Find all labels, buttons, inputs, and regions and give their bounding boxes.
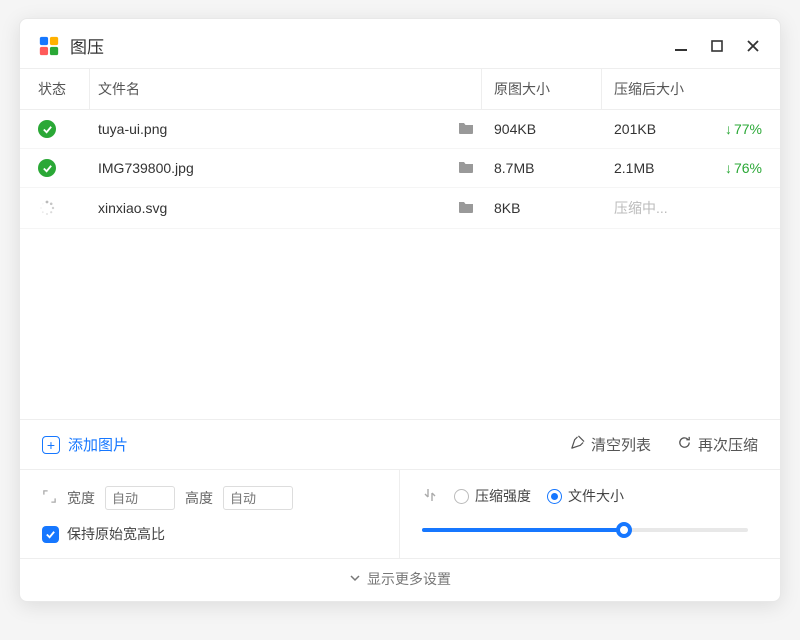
slider-track [422, 528, 748, 532]
radio-strength[interactable]: 压缩强度 [454, 486, 531, 506]
minimize-button[interactable] [672, 37, 690, 55]
keep-aspect-label: 保持原始宽高比 [67, 524, 165, 544]
table-row[interactable]: xinxiao.svg 8KB 压缩中... [20, 188, 780, 229]
width-label: 宽度 [67, 488, 95, 508]
col-name-header: 文件名 [90, 69, 482, 109]
chevron-down-icon [349, 571, 361, 587]
reduction-badge: ↓76% [725, 160, 762, 176]
add-image-button[interactable]: + 添加图片 [42, 434, 128, 455]
radio-filesize[interactable]: 文件大小 [547, 486, 624, 506]
broom-icon [570, 435, 585, 454]
file-name: IMG739800.jpg [98, 160, 450, 176]
original-size: 8.7MB [482, 160, 602, 176]
recompress-button[interactable]: 再次压缩 [677, 434, 758, 455]
checkmark-icon [38, 120, 56, 138]
file-table: tuya-ui.png 904KB 201KB ↓77% IMG739800.j… [20, 110, 780, 419]
slider-thumb[interactable] [616, 522, 632, 538]
mode-radio-group: 压缩强度 文件大小 [422, 486, 758, 506]
compressed-size: 201KB [614, 121, 725, 137]
original-size: 8KB [482, 200, 602, 216]
table-row[interactable]: tuya-ui.png 904KB 201KB ↓77% [20, 110, 780, 149]
compression-slider[interactable] [422, 520, 758, 540]
expand-icon[interactable] [42, 489, 57, 508]
checkmark-icon [38, 159, 56, 177]
clear-list-button[interactable]: 清空列表 [570, 434, 651, 455]
col-status-header: 状态 [38, 69, 90, 109]
original-size: 904KB [482, 121, 602, 137]
compressed-cell: 201KB ↓77% [602, 121, 762, 137]
status-cell [38, 120, 90, 138]
swap-icon [422, 487, 438, 506]
reduction-badge: ↓77% [725, 121, 762, 137]
maximize-button[interactable] [708, 37, 726, 55]
reveal-folder-icon[interactable] [458, 200, 474, 217]
compression-settings: 压缩强度 文件大小 [400, 470, 780, 558]
radio-icon [454, 489, 469, 504]
compressed-cell: 2.1MB ↓76% [602, 160, 762, 176]
app-title: 图压 [70, 33, 672, 58]
table-row[interactable]: IMG739800.jpg 8.7MB 2.1MB ↓76% [20, 149, 780, 188]
name-cell: tuya-ui.png [90, 121, 482, 138]
close-button[interactable] [744, 37, 762, 55]
settings-panel: 宽度 高度 保持原始宽高比 压缩强度 文件大小 [20, 469, 780, 558]
reveal-folder-icon[interactable] [458, 121, 474, 138]
compressed-cell: 压缩中... [602, 198, 762, 218]
dimension-row: 宽度 高度 [42, 486, 377, 510]
reveal-folder-icon[interactable] [458, 160, 474, 177]
app-window: 图压 状态 文件名 原图大小 压缩后大小 tuya-ui.png 904KB 2… [19, 18, 781, 602]
name-cell: IMG739800.jpg [90, 160, 482, 177]
show-more-settings[interactable]: 显示更多设置 [20, 558, 780, 601]
spinner-icon [38, 199, 56, 217]
name-cell: xinxiao.svg [90, 200, 482, 217]
empty-area [20, 229, 780, 419]
slider-fill [422, 528, 618, 532]
app-logo-icon [38, 35, 60, 57]
radio-selected-icon [547, 489, 562, 504]
col-compressed-header: 压缩后大小 [602, 69, 762, 109]
height-input[interactable] [223, 486, 293, 510]
down-arrow-icon: ↓ [725, 160, 732, 176]
processing-label: 压缩中... [614, 198, 762, 218]
keep-aspect-checkbox[interactable]: 保持原始宽高比 [42, 524, 377, 544]
down-arrow-icon: ↓ [725, 121, 732, 137]
file-name: xinxiao.svg [98, 200, 450, 216]
dimension-settings: 宽度 高度 保持原始宽高比 [20, 470, 400, 558]
status-cell [38, 159, 90, 177]
titlebar: 图压 [20, 19, 780, 68]
actions-bar: + 添加图片 清空列表 再次压缩 [20, 419, 780, 469]
col-original-header: 原图大小 [482, 69, 602, 109]
refresh-icon [677, 435, 692, 454]
actions-right: 清空列表 再次压缩 [570, 434, 758, 455]
window-controls [672, 37, 762, 55]
table-header: 状态 文件名 原图大小 压缩后大小 [20, 68, 780, 110]
file-name: tuya-ui.png [98, 121, 450, 137]
add-image-label: 添加图片 [68, 434, 128, 455]
checkbox-checked-icon [42, 526, 59, 543]
compressed-size: 2.1MB [614, 160, 725, 176]
width-input[interactable] [105, 486, 175, 510]
height-label: 高度 [185, 488, 213, 508]
plus-icon: + [42, 436, 60, 454]
status-cell [38, 199, 90, 217]
